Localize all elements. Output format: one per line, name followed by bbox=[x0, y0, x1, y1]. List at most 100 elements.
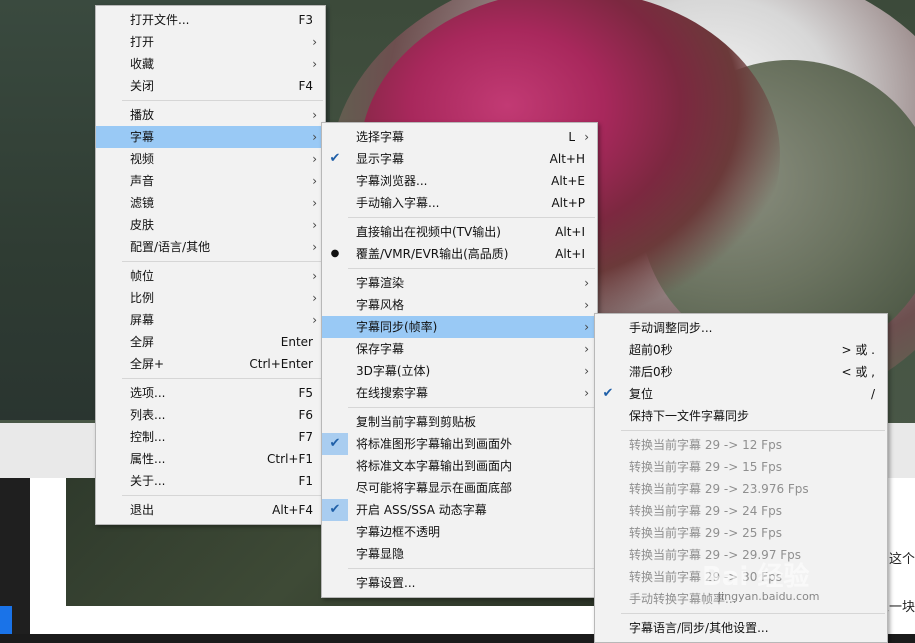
menu3-item-2[interactable]: 滞后0秒 < 或 , bbox=[595, 361, 887, 383]
menu-item-label: 复位 bbox=[629, 387, 654, 401]
menu3-item-4[interactable]: 保持下一文件字幕同步 bbox=[595, 405, 887, 427]
menu2-item-0[interactable]: 选择字幕 L › bbox=[322, 126, 597, 148]
menu2-item-18[interactable]: 尽可能将字幕显示在画面底部 bbox=[322, 477, 597, 499]
menu3-item-6[interactable]: 转换当前字幕 29 -> 12 Fps bbox=[595, 434, 887, 456]
menu-item-shortcut: Alt+I bbox=[555, 247, 585, 261]
menu-item-label: 复制当前字幕到剪贴板 bbox=[356, 415, 477, 429]
menu2-item-1[interactable]: ✔ 显示字幕 Alt+H bbox=[322, 148, 597, 170]
menu-item-label: 收藏 bbox=[130, 57, 155, 71]
menu1-item-22[interactable]: 属性... Ctrl+F1 bbox=[96, 448, 325, 470]
menu1-item-11[interactable]: 配置/语言/其他 › bbox=[96, 236, 325, 258]
chevron-right-icon: › bbox=[584, 298, 589, 312]
menu1-item-7[interactable]: 视频 › bbox=[96, 148, 325, 170]
subtitle-submenu: 选择字幕 L › ✔ 显示字幕 Alt+H 字幕浏览器... Alt+E 手动输入字幕... Al… bbox=[321, 122, 598, 598]
menu-item-label: 全屏 bbox=[130, 335, 155, 349]
menu2-item-15[interactable]: 复制当前字幕到剪贴板 bbox=[322, 411, 597, 433]
chevron-right-icon: › bbox=[584, 320, 589, 334]
menu1-item-8[interactable]: 声音 › bbox=[96, 170, 325, 192]
menu3-item-1[interactable]: 超前0秒 > 或 . bbox=[595, 339, 887, 361]
menu2-item-10[interactable]: 字幕同步(帧率) › bbox=[322, 316, 597, 338]
menu-item-label: 保存字幕 bbox=[356, 342, 405, 356]
menu-item-label: 覆盖/VMR/EVR输出(高品质) bbox=[356, 247, 509, 261]
menu-item-shortcut: Alt+I bbox=[555, 225, 585, 239]
menu1-item-17[interactable]: 全屏+ Ctrl+Enter bbox=[96, 353, 325, 375]
menu1-item-0[interactable]: 打开文件... F3 bbox=[96, 9, 325, 31]
menu1-item-2[interactable]: 收藏 › bbox=[96, 53, 325, 75]
menu-item-label: 比例 bbox=[130, 291, 155, 305]
menu-item-label: 滞后0秒 bbox=[629, 365, 673, 379]
menu-item-label: 开启 ASS/SSA 动态字幕 bbox=[356, 503, 487, 517]
menu2-item-8[interactable]: 字幕渲染 › bbox=[322, 272, 597, 294]
menu-item-shortcut: Alt+H bbox=[549, 152, 585, 166]
menu-separator bbox=[348, 407, 595, 408]
chevron-right-icon: › bbox=[312, 240, 317, 254]
menu3-item-9[interactable]: 转换当前字幕 29 -> 24 Fps bbox=[595, 500, 887, 522]
menu-item-shortcut: Alt+P bbox=[551, 196, 585, 210]
menu2-item-6[interactable]: ● 覆盖/VMR/EVR输出(高品质) Alt+I bbox=[322, 243, 597, 265]
chevron-right-icon: › bbox=[312, 218, 317, 232]
menu-item-label: 手动调整同步... bbox=[629, 321, 713, 335]
main-context-menu: 打开文件... F3 打开 › 收藏 › 关闭 F4 播放 › 字幕 › 视频 › 声音 › 滤镜 › 皮肤 › 配置/… bbox=[95, 5, 326, 525]
menu1-item-13[interactable]: 帧位 › bbox=[96, 265, 325, 287]
menu-item-label: 转换当前字幕 29 -> 24 Fps bbox=[629, 504, 782, 518]
menu1-item-5[interactable]: 播放 › bbox=[96, 104, 325, 126]
menu-item-label: 打开文件... bbox=[130, 13, 190, 27]
menu3-item-15[interactable]: 字幕语言/同步/其他设置... bbox=[595, 617, 887, 639]
chevron-right-icon: › bbox=[584, 364, 589, 378]
menu-item-shortcut: Alt+E bbox=[551, 174, 585, 188]
menu1-item-16[interactable]: 全屏 Enter bbox=[96, 331, 325, 353]
menu3-item-8[interactable]: 转换当前字幕 29 -> 23.976 Fps bbox=[595, 478, 887, 500]
menu1-item-21[interactable]: 控制... F7 bbox=[96, 426, 325, 448]
menu3-item-10[interactable]: 转换当前字幕 29 -> 25 Fps bbox=[595, 522, 887, 544]
menu1-item-3[interactable]: 关闭 F4 bbox=[96, 75, 325, 97]
menu1-item-9[interactable]: 滤镜 › bbox=[96, 192, 325, 214]
menu2-item-17[interactable]: 将标准文本字幕输出到画面内 bbox=[322, 455, 597, 477]
chevron-right-icon: › bbox=[312, 35, 317, 49]
menu2-item-16[interactable]: ✔ 将标准图形字幕输出到画面外 bbox=[322, 433, 597, 455]
menu-item-label: 选项... bbox=[130, 386, 166, 400]
menu2-item-9[interactable]: 字幕风格 › bbox=[322, 294, 597, 316]
menu1-item-10[interactable]: 皮肤 › bbox=[96, 214, 325, 236]
checkmark-icon: ✔ bbox=[322, 433, 348, 455]
menu1-item-6[interactable]: 字幕 › bbox=[96, 126, 325, 148]
menu2-item-23[interactable]: 字幕设置... bbox=[322, 572, 597, 594]
menu-item-label: 选择字幕 bbox=[356, 130, 405, 144]
menu-separator bbox=[348, 268, 595, 269]
menu-item-label: 直接输出在视频中(TV输出) bbox=[356, 225, 501, 239]
menu2-item-21[interactable]: 字幕显隐 bbox=[322, 543, 597, 565]
menu-item-label: 字幕边框不透明 bbox=[356, 525, 441, 539]
menu-separator bbox=[122, 495, 323, 496]
menu2-item-11[interactable]: 保存字幕 › bbox=[322, 338, 597, 360]
menu1-item-20[interactable]: 列表... F6 bbox=[96, 404, 325, 426]
menu-item-shortcut: > 或 . bbox=[841, 343, 876, 357]
menu-item-label: 播放 bbox=[130, 108, 155, 122]
menu3-item-0[interactable]: 手动调整同步... bbox=[595, 317, 887, 339]
menu1-item-14[interactable]: 比例 › bbox=[96, 287, 325, 309]
menu1-item-25[interactable]: 退出 Alt+F4 bbox=[96, 499, 325, 521]
menu3-item-3[interactable]: ✔ 复位 / bbox=[595, 383, 887, 405]
chevron-right-icon: › bbox=[312, 57, 317, 71]
menu-item-label: 字幕设置... bbox=[356, 576, 416, 590]
menu-item-shortcut: / bbox=[870, 387, 875, 401]
menu-item-label: 保持下一文件字幕同步 bbox=[629, 409, 750, 423]
menu2-item-2[interactable]: 字幕浏览器... Alt+E bbox=[322, 170, 597, 192]
menu2-item-19[interactable]: ✔ 开启 ASS/SSA 动态字幕 bbox=[322, 499, 597, 521]
menu2-item-20[interactable]: 字幕边框不透明 bbox=[322, 521, 597, 543]
menu1-item-19[interactable]: 选项... F5 bbox=[96, 382, 325, 404]
blue-edge bbox=[0, 606, 12, 634]
checkmark-icon: ✔ bbox=[322, 499, 348, 521]
menu3-item-7[interactable]: 转换当前字幕 29 -> 15 Fps bbox=[595, 456, 887, 478]
menu-item-label: 属性... bbox=[130, 452, 166, 466]
menu-item-label: 转换当前字幕 29 -> 15 Fps bbox=[629, 460, 782, 474]
chevron-right-icon: › bbox=[312, 130, 317, 144]
menu2-item-5[interactable]: 直接输出在视频中(TV输出) Alt+I bbox=[322, 221, 597, 243]
menu1-item-23[interactable]: 关于... F1 bbox=[96, 470, 325, 492]
menu1-item-1[interactable]: 打开 › bbox=[96, 31, 325, 53]
chevron-right-icon: › bbox=[312, 313, 317, 327]
menu-item-shortcut: Enter bbox=[280, 335, 313, 349]
menu2-item-13[interactable]: 在线搜索字幕 › bbox=[322, 382, 597, 404]
menu2-item-12[interactable]: 3D字幕(立体) › bbox=[322, 360, 597, 382]
menu1-item-15[interactable]: 屏幕 › bbox=[96, 309, 325, 331]
menu2-item-3[interactable]: 手动输入字幕... Alt+P bbox=[322, 192, 597, 214]
menu-item-label: 视频 bbox=[130, 152, 155, 166]
